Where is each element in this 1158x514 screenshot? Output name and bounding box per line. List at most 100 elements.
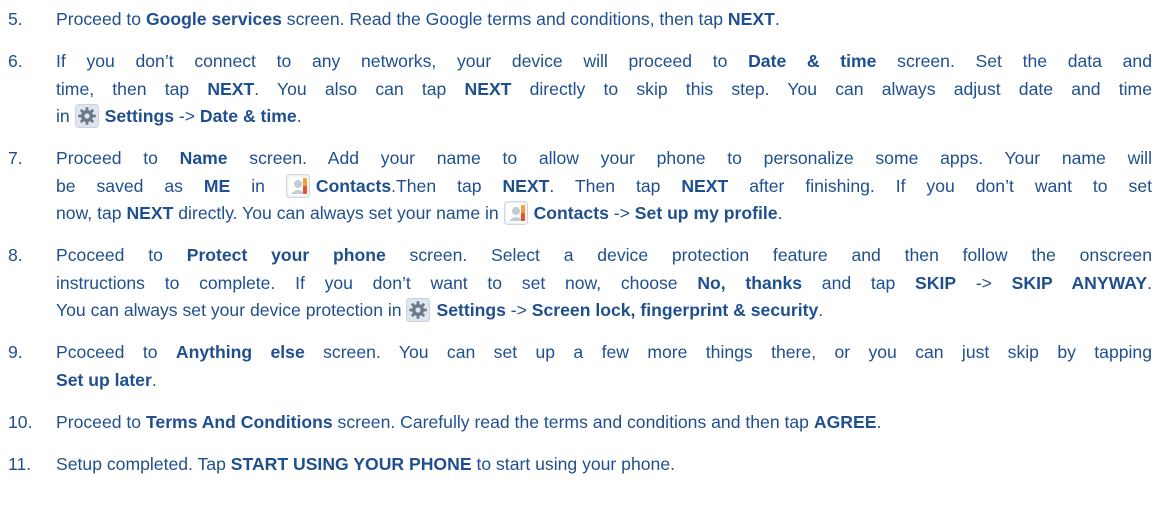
settings-icon bbox=[74, 104, 99, 128]
step-number: 9. bbox=[8, 342, 23, 362]
step-6: 6. If you don’t connect to any networks,… bbox=[0, 48, 1158, 131]
bold-term: Protect your phone bbox=[186, 245, 386, 265]
text-segment: after finishing. If you don’t want to se… bbox=[728, 175, 1152, 196]
step-number: 6. bbox=[8, 51, 23, 71]
text-segment: to start using your phone. bbox=[471, 454, 675, 474]
text-segment: -> bbox=[956, 272, 1012, 293]
text-segment: . bbox=[777, 203, 783, 223]
text-line: time, then tap NEXT. You also can tap NE… bbox=[56, 76, 1152, 104]
text-segment: directly to skip this step. You can alwa… bbox=[511, 78, 1152, 99]
text-line: in Settings -> Date & time. bbox=[56, 103, 1152, 131]
bold-term: AGREE bbox=[813, 412, 877, 432]
text-segment: You can always set your device protectio… bbox=[56, 300, 407, 320]
bold-term: Anything else bbox=[175, 342, 305, 362]
text-segment: Pcoceed to bbox=[56, 342, 176, 362]
bold-term: ME bbox=[203, 175, 231, 196]
bold-term: Date & time bbox=[748, 51, 877, 71]
step-text: Proceed to Terms And Conditions screen. … bbox=[56, 409, 1152, 437]
bold-term: Set up my profile bbox=[634, 203, 778, 223]
text-line: If you don’t connect to any networks, yo… bbox=[56, 48, 1152, 76]
text-segment: directly. You can always set your name i… bbox=[173, 203, 504, 223]
text-segment: . bbox=[774, 9, 780, 29]
text-segment: Setup completed. Tap bbox=[56, 454, 231, 474]
bold-term: SKIP bbox=[915, 272, 957, 293]
bold-term: Settings bbox=[436, 300, 506, 320]
step-5: 5. Proceed to Google services screen. Re… bbox=[0, 6, 1158, 34]
step-text: Setup completed. Tap START USING YOUR PH… bbox=[56, 451, 1152, 479]
text-segment: . Then tap bbox=[549, 175, 682, 196]
text-segment: . bbox=[818, 300, 824, 320]
text-segment: screen. Set the data and bbox=[876, 51, 1152, 71]
text-line: now, tap NEXT directly. You can always s… bbox=[56, 200, 1152, 228]
step-7: 7. Proceed to Name screen. Add your name… bbox=[0, 145, 1158, 228]
step-text: If you don’t connect to any networks, yo… bbox=[56, 48, 1152, 131]
text-segment: Proceed to bbox=[56, 148, 180, 168]
setup-instructions: 5. Proceed to Google services screen. Re… bbox=[0, 0, 1158, 514]
text-segment: instructions to complete. If you don’t w… bbox=[56, 272, 698, 293]
text-line: be saved as ME in Contacts.Then tap NEXT… bbox=[56, 173, 1152, 201]
text-segment: . bbox=[1147, 272, 1152, 293]
text-line: Proceed to Name screen. Add your name to… bbox=[56, 145, 1152, 173]
bold-term: No, thanks bbox=[697, 272, 803, 293]
text-segment: in bbox=[56, 106, 75, 126]
bold-term: NEXT bbox=[126, 203, 174, 223]
text-segment: screen. Carefully read the terms and con… bbox=[332, 412, 814, 432]
text-segment: . bbox=[876, 412, 882, 432]
text-segment: Proceed to bbox=[56, 412, 146, 432]
text-line: Proceed to Google services screen. Read … bbox=[56, 6, 1152, 34]
text-segment: .Then tap bbox=[391, 175, 503, 196]
text-segment: now, tap bbox=[56, 203, 127, 223]
step-number: 10. bbox=[8, 412, 33, 432]
text-segment: Pcoceed to bbox=[56, 245, 187, 265]
text-line: Proceed to Terms And Conditions screen. … bbox=[56, 409, 1152, 437]
text-line: Setup completed. Tap START USING YOUR PH… bbox=[56, 451, 1152, 479]
bold-term: Google services bbox=[145, 9, 282, 29]
bold-term: START USING YOUR PHONE bbox=[230, 454, 472, 474]
text-segment: screen. Read the Google terms and condit… bbox=[281, 9, 728, 29]
text-line: Pcoceed to Protect your phone screen. Se… bbox=[56, 242, 1152, 270]
text-line: instructions to complete. If you don’t w… bbox=[56, 270, 1152, 298]
bold-term: Settings bbox=[104, 106, 174, 126]
text-segment: -> bbox=[608, 203, 635, 223]
text-line: Pcoceed to Anything else screen. You can… bbox=[56, 339, 1152, 367]
step-8: 8. Pcoceed to Protect your phone screen.… bbox=[0, 242, 1158, 325]
bold-term: Contacts bbox=[315, 175, 392, 196]
bold-term: Name bbox=[179, 148, 228, 168]
text-segment: . bbox=[296, 106, 302, 126]
text-line: Set up later. bbox=[56, 367, 1152, 395]
text-segment: screen. Select a device protection featu… bbox=[385, 245, 1152, 265]
bold-term: NEXT bbox=[681, 175, 729, 196]
bold-term: Screen lock, fingerprint & security bbox=[531, 300, 819, 320]
bold-term: Contacts bbox=[533, 203, 609, 223]
text-segment: in bbox=[230, 175, 286, 196]
step-10: 10. Proceed to Terms And Conditions scre… bbox=[0, 409, 1158, 437]
bold-term: NEXT bbox=[727, 9, 775, 29]
text-segment: . You also can tap bbox=[254, 78, 465, 99]
text-segment: . bbox=[151, 369, 157, 390]
text-segment: If you don’t connect to any networks, yo… bbox=[56, 51, 749, 71]
bold-term: Set up later bbox=[56, 369, 152, 390]
text-segment: screen. You can set up a few more things… bbox=[304, 342, 1152, 362]
step-11: 11. Setup completed. Tap START USING YOU… bbox=[0, 451, 1158, 479]
contacts-icon bbox=[503, 201, 528, 225]
step-number: 5. bbox=[8, 9, 23, 29]
step-text: Pcoceed to Anything else screen. You can… bbox=[56, 339, 1152, 394]
bold-term: NEXT bbox=[502, 175, 550, 196]
bold-term: Terms And Conditions bbox=[145, 412, 333, 432]
text-segment: be saved as bbox=[56, 175, 204, 196]
step-number: 8. bbox=[8, 245, 23, 265]
text-segment: screen. Add your name to allow your phon… bbox=[227, 148, 1152, 168]
bold-term: SKIP ANYWAY bbox=[1011, 272, 1148, 293]
text-segment: and tap bbox=[802, 272, 916, 293]
step-text: Proceed to Name screen. Add your name to… bbox=[56, 145, 1152, 228]
bold-term: Date & time bbox=[199, 106, 297, 126]
text-segment: -> bbox=[174, 106, 200, 126]
bold-term: NEXT bbox=[464, 78, 512, 99]
text-line: You can always set your device protectio… bbox=[56, 297, 1152, 325]
step-number: 11. bbox=[8, 454, 32, 474]
text-segment: Proceed to bbox=[56, 9, 146, 29]
text-segment: time, then tap bbox=[56, 78, 208, 99]
step-text: Pcoceed to Protect your phone screen. Se… bbox=[56, 242, 1152, 325]
text-segment: -> bbox=[505, 300, 532, 320]
step-text: Proceed to Google services screen. Read … bbox=[56, 6, 1152, 34]
